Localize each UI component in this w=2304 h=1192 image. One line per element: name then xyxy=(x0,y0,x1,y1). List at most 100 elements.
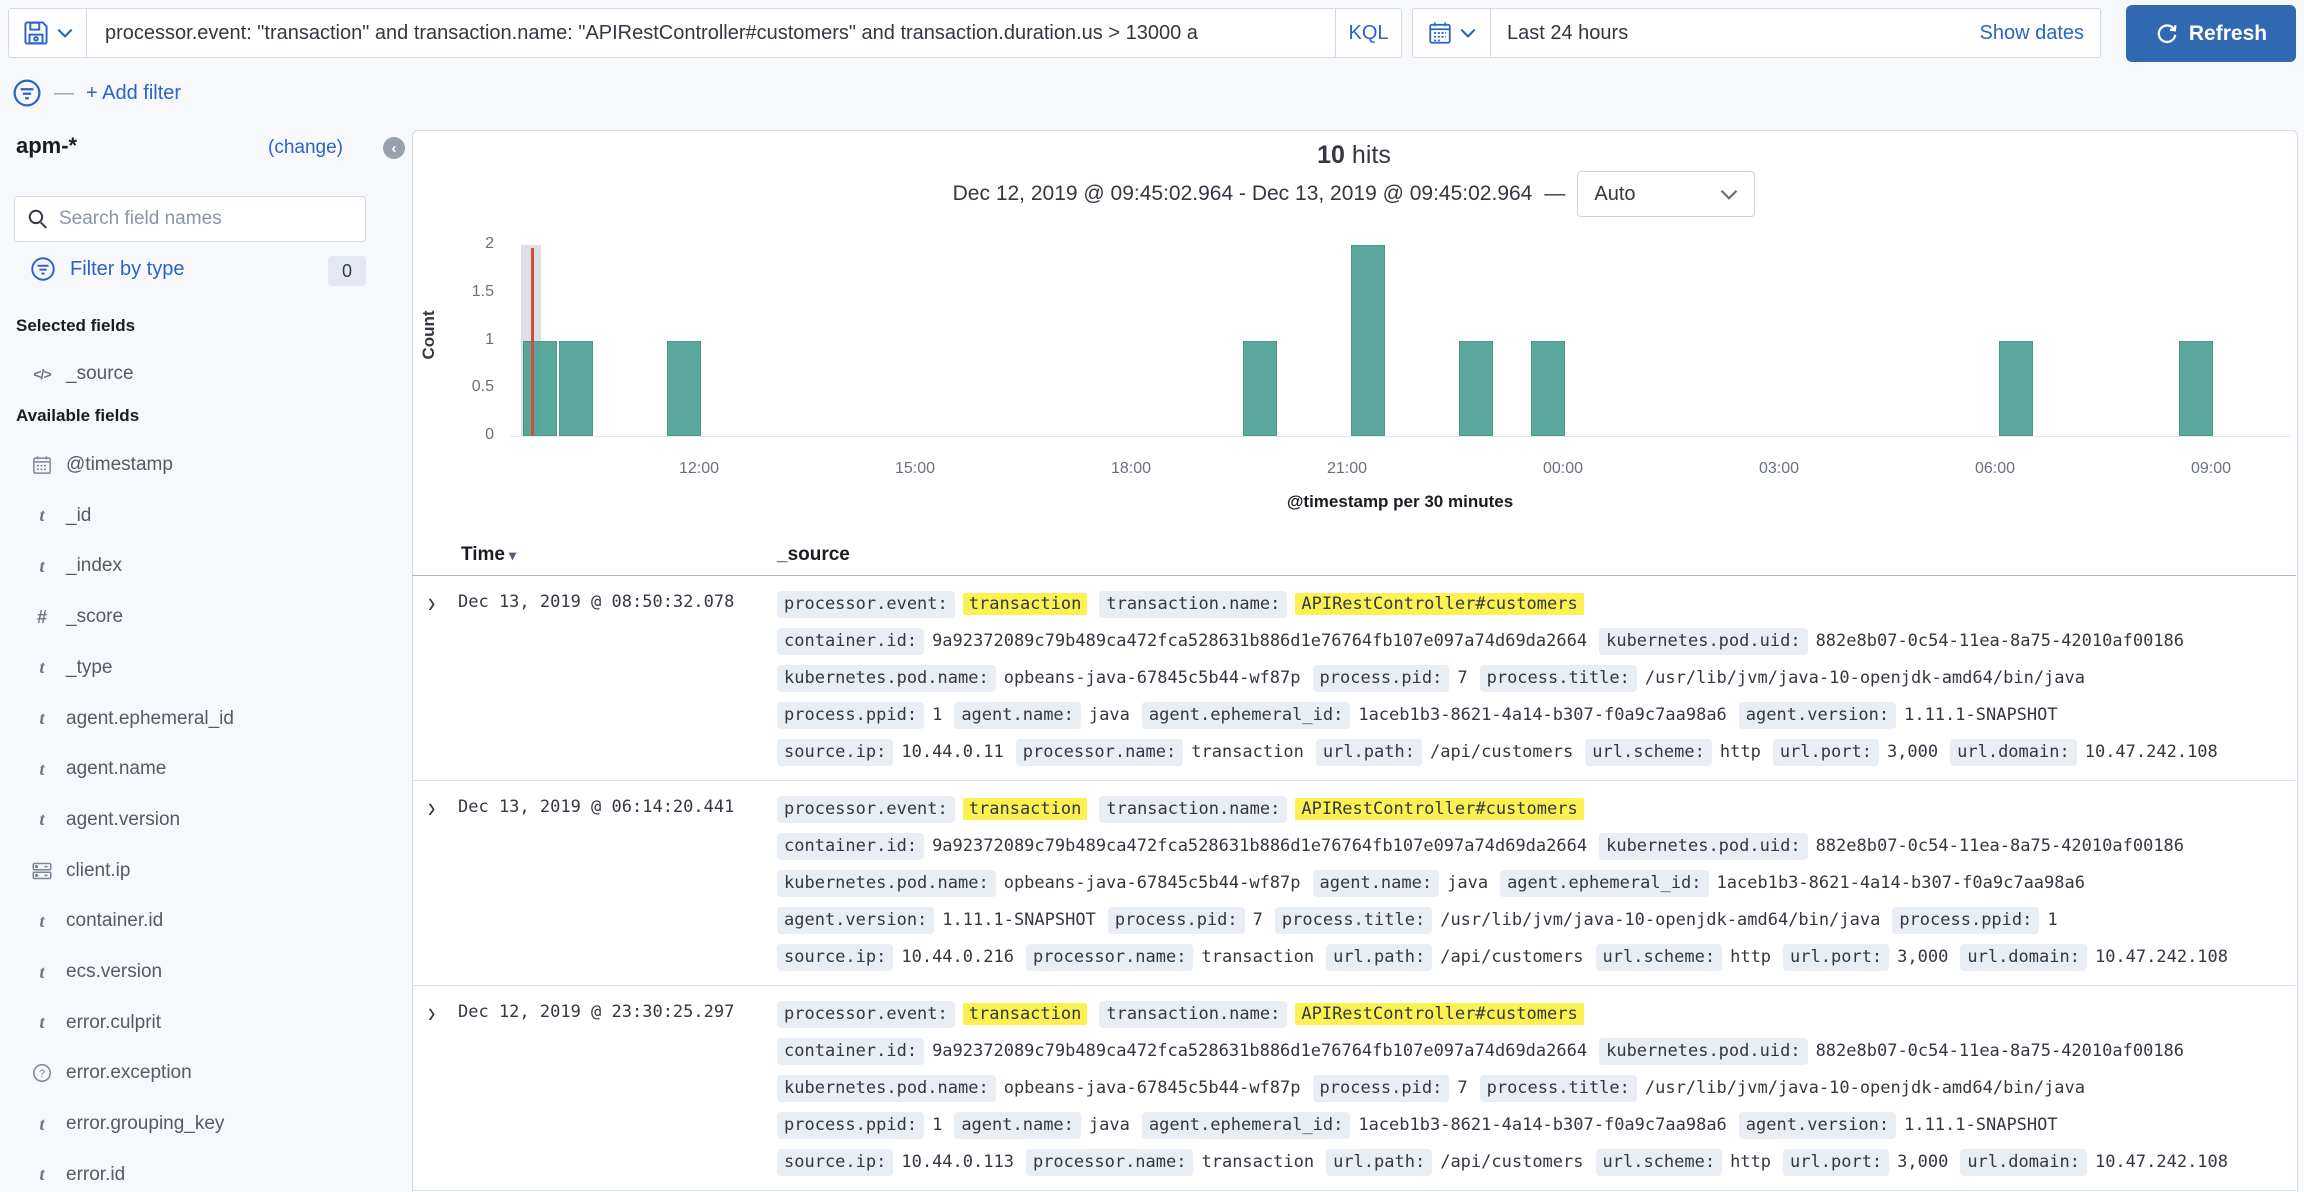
field-item-error.exception[interactable]: ? error.exception xyxy=(0,1054,390,1092)
hits-count: 10 xyxy=(1317,141,1345,169)
field-item-client.ip[interactable]: client.ip xyxy=(0,852,390,890)
filter-by-type-label: Filter by type xyxy=(70,258,184,281)
x-axis-tick-06:00: 06:00 xyxy=(1960,460,2030,478)
row-time: Dec 13, 2019 @ 08:50:32.078 xyxy=(458,592,734,612)
field-value-pair: processor.event:transaction xyxy=(777,591,1087,618)
field-key-badge: process.title: xyxy=(1480,1075,1637,1102)
chart-subheader: Dec 12, 2019 @ 09:45:02.964 - Dec 13, 20… xyxy=(412,171,2296,217)
field-key-badge: agent.ephemeral_id: xyxy=(1142,1112,1350,1139)
field-value-pair: agent.name:java xyxy=(954,1112,1130,1139)
x-axis-tick-18:00: 18:00 xyxy=(1096,460,1166,478)
field-item-agent.name[interactable]: tagent.name xyxy=(0,750,390,788)
expand-row-icon[interactable]: › xyxy=(428,586,435,620)
source-line: processor.event:transactiontransaction.n… xyxy=(777,1000,2293,1028)
field-search-box[interactable] xyxy=(14,196,366,242)
source-line: container.id:9a92372089c79b489ca472fca52… xyxy=(777,627,2293,655)
show-dates-link[interactable]: Show dates xyxy=(1979,22,2100,45)
date-picker[interactable]: Last 24 hours Show dates xyxy=(1412,8,2101,58)
field-value: opbeans-java-67845c5b44-wf87p xyxy=(1004,1078,1301,1098)
field-key-badge: url.port: xyxy=(1783,944,1889,971)
query-input[interactable]: processor.event: "transaction" and trans… xyxy=(87,22,1335,45)
svg-text:?: ? xyxy=(39,1068,45,1080)
field-name: error.exception xyxy=(66,1062,192,1084)
field-value-pair: process.pid:7 xyxy=(1313,1075,1468,1102)
field-value-pair: processor.name:transaction xyxy=(1026,1149,1314,1176)
refresh-button[interactable]: Refresh xyxy=(2126,5,2296,62)
histogram-bar-21:00[interactable] xyxy=(1351,245,1385,436)
add-filter-button[interactable]: + Add filter xyxy=(86,82,181,105)
field-value: 10.44.0.113 xyxy=(901,1152,1014,1172)
filter-icon xyxy=(30,256,56,282)
field-key-badge: url.domain: xyxy=(1960,1149,2087,1176)
field-key-badge: processor.name: xyxy=(1016,739,1184,766)
filter-icon[interactable] xyxy=(12,78,42,108)
time-column-label: Time xyxy=(461,544,505,565)
hits-count-line: 10 hits xyxy=(412,141,2296,170)
field-type-source-icon: </> xyxy=(28,366,56,382)
field-value: /usr/lib/jvm/java-10-openjdk-amd64/bin/j… xyxy=(1645,668,2085,688)
field-item-error.grouping_key[interactable]: terror.grouping_key xyxy=(0,1105,390,1143)
field-value-pair: url.path:/api/customers xyxy=(1326,944,1583,971)
source-line: process.ppid:1 agent.name:java agent.ephem… xyxy=(777,1111,2293,1139)
filter-by-type-button[interactable]: Filter by type xyxy=(30,256,184,282)
histogram-bar-23:30[interactable] xyxy=(1531,341,1565,437)
collapse-sidebar-button[interactable]: ‹ xyxy=(383,137,405,159)
field-name: container.id xyxy=(66,910,163,932)
field-item-_score[interactable]: #_score xyxy=(0,598,390,636)
field-item-_id[interactable]: t_id xyxy=(0,497,390,535)
histogram-bar-09:30[interactable] xyxy=(523,341,557,437)
source-line: process.ppid:1agent.name:javaagent.ephem… xyxy=(777,701,2293,729)
field-key-badge: kubernetes.pod.uid: xyxy=(1599,1038,1807,1065)
field-item-error.id[interactable]: terror.id xyxy=(0,1156,390,1192)
field-type-string-icon: t xyxy=(28,1114,56,1135)
field-item-agent.ephemeral_id[interactable]: tagent.ephemeral_id xyxy=(0,700,390,738)
expand-row-icon[interactable]: › xyxy=(428,996,435,1030)
field-value-pair: agent.ephemeral_id:1aceb1b3-8621-4a14-b3… xyxy=(1142,1112,1727,1139)
field-key-badge: process.ppid: xyxy=(777,702,924,729)
save-query-button[interactable] xyxy=(9,9,87,57)
interval-select[interactable]: Auto xyxy=(1577,171,1755,217)
field-value-pair: url.domain:10.47.242.108 xyxy=(1960,944,2228,971)
field-item-_index[interactable]: t_index xyxy=(0,547,390,585)
field-item-_source[interactable]: </>_source xyxy=(0,355,390,393)
histogram-bar-11:30[interactable] xyxy=(667,341,701,437)
histogram-bar-08:30[interactable] xyxy=(2179,341,2213,437)
field-type-string-icon: t xyxy=(28,505,56,526)
search-field-names-input[interactable] xyxy=(59,208,353,230)
highlighted-value: transaction xyxy=(963,798,1088,820)
date-picker-menu-button[interactable] xyxy=(1413,9,1491,57)
field-value-pair: url.port:3,000 xyxy=(1773,739,1938,766)
y-axis-tick-0: 0 xyxy=(444,426,494,444)
field-key-badge: source.ip: xyxy=(777,1149,893,1176)
expand-row-icon[interactable]: › xyxy=(428,791,435,825)
query-bar[interactable]: processor.event: "transaction" and trans… xyxy=(8,8,1402,58)
field-key-badge: url.scheme: xyxy=(1596,944,1723,971)
field-item-ecs.version[interactable]: tecs.version xyxy=(0,953,390,991)
field-value-pair: url.domain:10.47.242.108 xyxy=(1960,1149,2228,1176)
field-value-pair: process.ppid:1 xyxy=(777,1112,942,1139)
field-item-@timestamp[interactable]: @timestamp xyxy=(0,446,390,484)
field-item-_type[interactable]: t_type xyxy=(0,649,390,687)
field-value-pair: source.ip: 10.44.0.113 xyxy=(777,1149,1014,1176)
field-name: client.ip xyxy=(66,860,130,882)
histogram-bar-06:00[interactable] xyxy=(1999,341,2033,437)
field-value-pair: source.ip:10.44.0.216 xyxy=(777,944,1014,971)
field-item-agent.version[interactable]: tagent.version xyxy=(0,801,390,839)
change-index-pattern-link[interactable]: (change) xyxy=(268,137,343,159)
field-key-badge: transaction.name: xyxy=(1099,1001,1287,1028)
field-type-string-icon: t xyxy=(28,1012,56,1033)
source-line: kubernetes.pod.name:opbeans-java-67845c5… xyxy=(777,664,2293,692)
field-key-badge: source.ip: xyxy=(777,739,893,766)
field-value: 3,000 xyxy=(1887,742,1938,762)
histogram-bar-19:30[interactable] xyxy=(1243,341,1277,437)
field-value-pair: source.ip:10.44.0.11 xyxy=(777,739,1004,766)
time-column-header[interactable]: Time▾ xyxy=(461,544,516,566)
query-language-badge[interactable]: KQL xyxy=(1335,9,1401,57)
field-key-badge: agent.ephemeral_id: xyxy=(1142,702,1350,729)
histogram-bar-22:30[interactable] xyxy=(1459,341,1493,437)
y-axis-title: Count xyxy=(419,300,439,370)
field-item-container.id[interactable]: tcontainer.id xyxy=(0,902,390,940)
time-range-value[interactable]: Last 24 hours xyxy=(1491,22,1979,45)
histogram-bar-10:00[interactable] xyxy=(559,341,593,437)
field-item-error.culprit[interactable]: terror.culprit xyxy=(0,1004,390,1042)
